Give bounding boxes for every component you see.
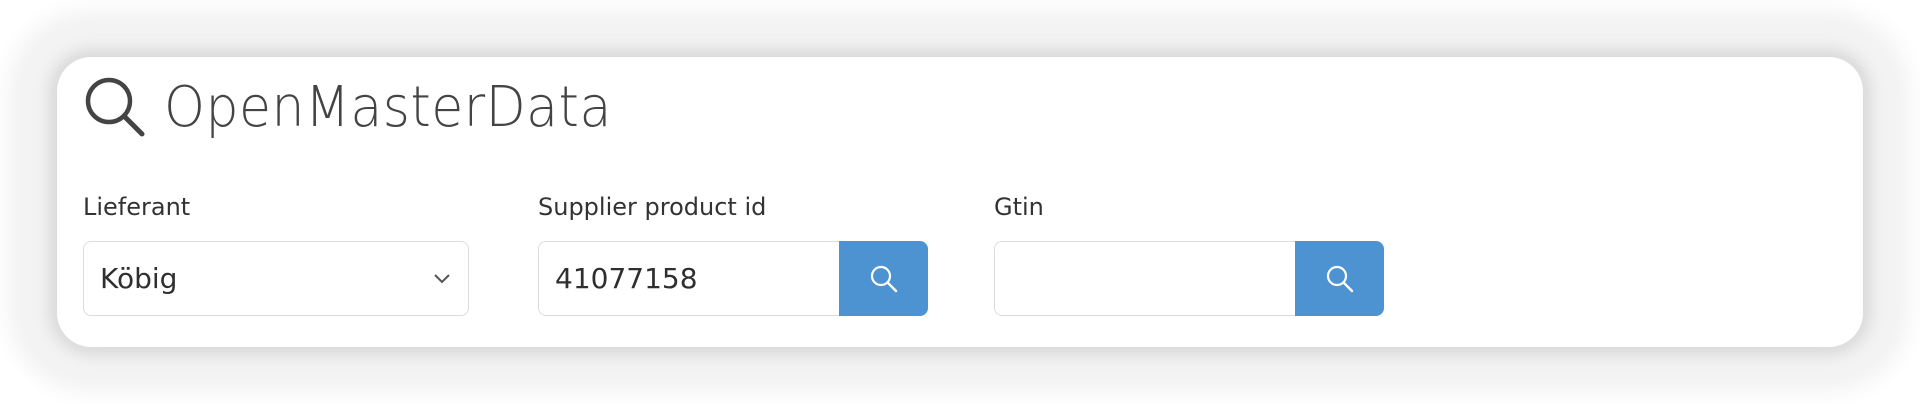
gtin-label: Gtin [994,193,1044,221]
search-icon [85,77,145,137]
supplier-product-id-value: 41077158 [555,262,698,295]
gtin-group [994,241,1384,316]
supplier-label: Lieferant [83,193,191,221]
supplier-product-id-label: Supplier product id [538,193,767,221]
gtin-search-button[interactable] [1295,241,1384,316]
gtin-input[interactable] [994,241,1295,316]
supplier-select[interactable]: Köbig [83,241,469,316]
search-icon [870,265,897,292]
page-title: OpenMasterData [164,74,612,140]
supplier-product-id-input[interactable]: 41077158 [538,241,839,316]
supplier-product-id-search-button[interactable] [839,241,928,316]
search-icon [1326,265,1353,292]
supplier-select-value: Köbig [100,262,178,295]
chevron-down-icon [434,274,450,284]
page-header: OpenMasterData [80,72,646,142]
supplier-product-id-group: 41077158 [538,241,928,316]
